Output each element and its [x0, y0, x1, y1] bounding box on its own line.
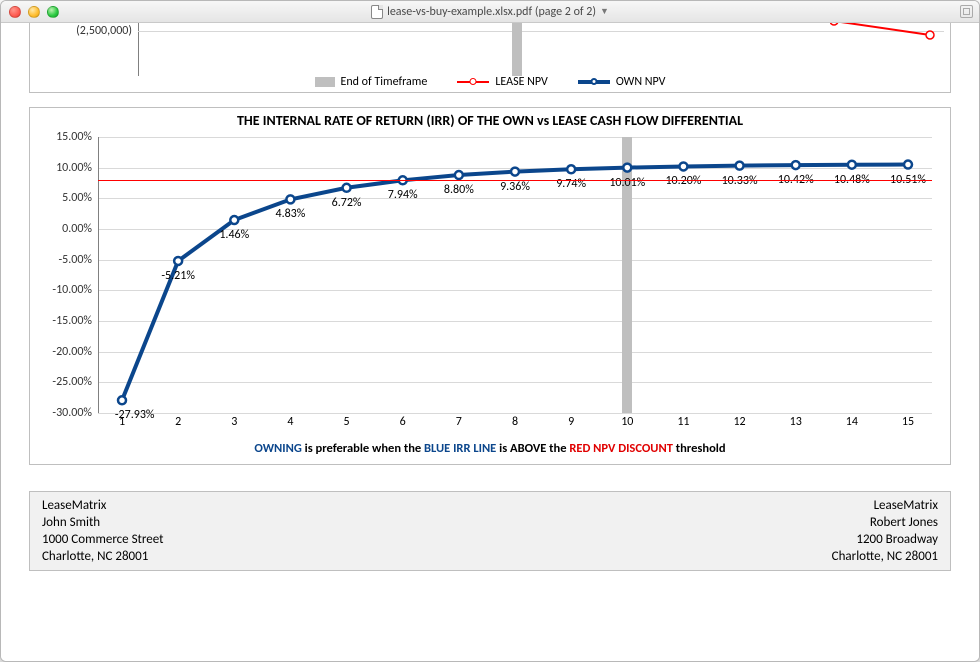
company-name: LeaseMatrix: [832, 498, 938, 513]
irr-ytick-label: -15.00%: [36, 314, 92, 328]
company-name: LeaseMatrix: [42, 498, 163, 513]
irr-xtick-label: 11: [677, 415, 689, 429]
npv-ytick-label: (2,500,000): [30, 24, 132, 38]
npv-legend: End of Timeframe LEASE NPV OWN NPV: [30, 72, 950, 92]
irr-data-label: -5.21%: [161, 269, 195, 283]
footer-contact-block: LeaseMatrix John Smith 1000 Commerce Str…: [29, 491, 951, 571]
irr-data-label: 10.01%: [609, 176, 645, 190]
npv-gridline: [138, 31, 944, 32]
minimize-icon[interactable]: [28, 6, 40, 18]
document-page: (2,500,000) End of Timeframe LEASE NPV: [1, 23, 979, 661]
irr-xtick-label: 9: [568, 415, 574, 429]
caption-owning: OWNING: [254, 441, 301, 456]
irr-ytick-label: 10.00%: [36, 161, 92, 175]
lease-npv-line-tail: [830, 23, 940, 43]
legend-swatch-bar: [315, 77, 335, 87]
window-title-text: lease-vs-buy-example.xlsx.pdf (page 2 of…: [387, 5, 596, 19]
contact-name: Robert Jones: [832, 515, 938, 530]
irr-xtick-label: 8: [512, 415, 518, 429]
legend-lease-npv: LEASE NPV: [457, 75, 548, 89]
traffic-lights: [9, 6, 59, 18]
caption-npv-discount: RED NPV DISCOUNT: [569, 441, 673, 456]
close-icon[interactable]: [9, 6, 21, 18]
irr-ytick-label: 0.00%: [36, 222, 92, 236]
end-of-timeframe-bar: [512, 23, 522, 76]
irr-xtick-label: 15: [902, 415, 914, 429]
irr-data-label: 4.83%: [275, 207, 305, 221]
irr-xtick-label: 5: [344, 415, 350, 429]
zoom-icon[interactable]: [47, 6, 59, 18]
irr-x-ticks: 123456789101112131415: [98, 415, 932, 433]
irr-ytick-label: -5.00%: [36, 253, 92, 267]
irr-ytick-label: -10.00%: [36, 283, 92, 297]
irr-xtick-label: 3: [231, 415, 237, 429]
fullscreen-icon[interactable]: [960, 5, 973, 18]
legend-label: LEASE NPV: [495, 75, 548, 89]
irr-xtick-label: 6: [400, 415, 406, 429]
irr-ytick-label: -30.00%: [36, 406, 92, 420]
irr-data-label: 6.72%: [332, 196, 362, 210]
contact-name: John Smith: [42, 515, 163, 530]
legend-label: OWN NPV: [616, 75, 666, 89]
irr-xtick-label: 14: [846, 415, 858, 429]
irr-plot-area: -27.93%-5.21%1.46%4.83%6.72%7.94%8.80%9.…: [98, 137, 932, 413]
irr-xtick-label: 2: [175, 415, 181, 429]
irr-ytick-label: 5.00%: [36, 191, 92, 205]
irr-data-label: 1.46%: [219, 228, 249, 242]
address-line1: 1200 Broadway: [832, 532, 938, 547]
address-line2: Charlotte, NC 28001: [832, 549, 938, 564]
pdf-preview-window: lease-vs-buy-example.xlsx.pdf (page 2 of…: [0, 0, 980, 662]
irr-data-label: 9.36%: [500, 180, 530, 194]
irr-ytick-label: -25.00%: [36, 375, 92, 389]
npv-discount-threshold-line: [98, 180, 932, 181]
footer-left: LeaseMatrix John Smith 1000 Commerce Str…: [42, 498, 163, 564]
legend-swatch-line-red: [457, 77, 489, 87]
address-line2: Charlotte, NC 28001: [42, 549, 163, 564]
address-line1: 1000 Commerce Street: [42, 532, 163, 547]
irr-ytick-label: -20.00%: [36, 345, 92, 359]
irr-xtick-label: 12: [733, 415, 745, 429]
irr-xtick-label: 7: [456, 415, 462, 429]
document-icon: [371, 5, 383, 19]
irr-data-label: 7.94%: [388, 188, 418, 202]
legend-swatch-line-blue: [578, 77, 610, 87]
window-titlebar: lease-vs-buy-example.xlsx.pdf (page 2 of…: [1, 1, 979, 23]
irr-xtick-label: 1: [119, 415, 125, 429]
caption-above: ABOVE: [510, 441, 546, 456]
legend-end-of-timeframe: End of Timeframe: [315, 75, 428, 89]
irr-caption: OWNING is preferable when the BLUE IRR L…: [30, 441, 950, 462]
irr-chart-container: THE INTERNAL RATE OF RETURN (IRR) OF THE…: [29, 107, 951, 465]
irr-xtick-label: 10: [621, 415, 633, 429]
irr-chart-title: THE INTERNAL RATE OF RETURN (IRR) OF THE…: [30, 108, 950, 131]
irr-chart: -27.93%-5.21%1.46%4.83%6.72%7.94%8.80%9.…: [36, 131, 944, 441]
legend-label: End of Timeframe: [341, 75, 428, 89]
irr-xtick-label: 4: [287, 415, 293, 429]
title-dropdown-icon[interactable]: ▼: [600, 6, 609, 17]
legend-own-npv: OWN NPV: [578, 75, 666, 89]
irr-data-label: 8.80%: [444, 183, 474, 197]
irr-ytick-label: 15.00%: [36, 130, 92, 144]
window-title: lease-vs-buy-example.xlsx.pdf (page 2 of…: [1, 5, 979, 19]
caption-blue-irr: BLUE IRR LINE: [424, 441, 496, 456]
npv-chart-cropped: (2,500,000) End of Timeframe LEASE NPV: [29, 23, 951, 93]
irr-xtick-label: 13: [790, 415, 802, 429]
footer-right: LeaseMatrix Robert Jones 1200 Broadway C…: [832, 498, 938, 564]
irr-data-label: 10.20%: [665, 174, 701, 188]
